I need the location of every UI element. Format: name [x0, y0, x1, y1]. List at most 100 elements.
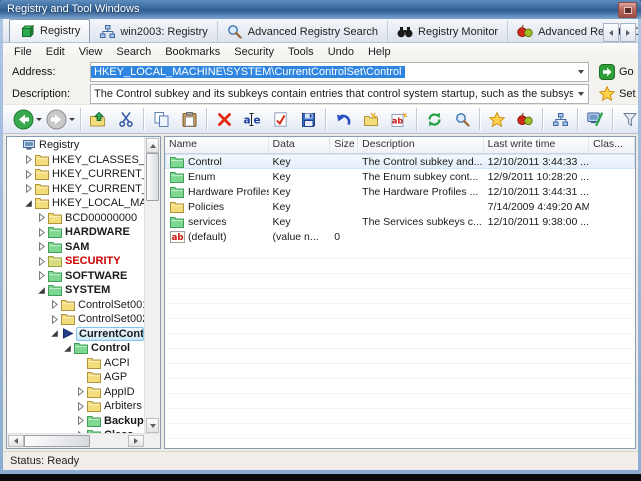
- expand-toggle[interactable]: [49, 329, 60, 338]
- list-row-services[interactable]: servicesKeyThe Services subkeys c...12/1…: [165, 214, 635, 229]
- remote-button[interactable]: [581, 106, 609, 132]
- expand-toggle[interactable]: [23, 199, 34, 208]
- scroll-up-button[interactable]: [146, 138, 159, 153]
- undo-button[interactable]: [329, 106, 357, 132]
- tab-scroll-left-button[interactable]: [603, 23, 619, 42]
- tree-item-hkey-current-user[interactable]: HKEY_CURRENT_USER: [7, 182, 144, 197]
- new-key-button[interactable]: [357, 106, 385, 132]
- menu-security[interactable]: Security: [227, 44, 281, 60]
- expand-toggle[interactable]: [75, 402, 86, 411]
- go-button[interactable]: Go: [599, 64, 634, 80]
- scroll-down-button[interactable]: [146, 418, 159, 433]
- paste-button[interactable]: [175, 106, 203, 132]
- expand-toggle[interactable]: [36, 271, 47, 280]
- description-combobox[interactable]: The Control subkey and its subkeys conta…: [90, 84, 589, 104]
- up-folder-button[interactable]: [84, 106, 112, 132]
- tree-item-hkey-local-machine[interactable]: HKEY_LOCAL_MACHINE: [7, 196, 144, 211]
- validate-button[interactable]: [266, 106, 294, 132]
- scroll-left-button[interactable]: [8, 435, 24, 447]
- tree-item-software[interactable]: SOFTWARE: [7, 269, 144, 284]
- tree-vertical-scrollbar[interactable]: [144, 137, 160, 434]
- tree-item-hkey-classes-root[interactable]: HKEY_CLASSES_ROOT: [7, 153, 144, 168]
- menu-search[interactable]: Search: [109, 44, 158, 60]
- address-combobox[interactable]: HKEY_LOCAL_MACHINE\SYSTEM\CurrentControl…: [90, 62, 589, 82]
- tree-item-registry[interactable]: Registry: [7, 138, 144, 153]
- description-dropdown-button[interactable]: [573, 85, 588, 103]
- favorites-button[interactable]: [483, 106, 511, 132]
- expand-toggle[interactable]: [36, 242, 47, 251]
- tab-advanced-registry-search[interactable]: Advanced Registry Search: [218, 21, 388, 42]
- scrollbar-thumb[interactable]: [146, 153, 159, 201]
- expand-toggle[interactable]: [36, 228, 47, 237]
- tree-item-arbiters[interactable]: Arbiters: [7, 399, 144, 414]
- menu-tools[interactable]: Tools: [281, 44, 321, 60]
- back-button[interactable]: [11, 106, 44, 132]
- expand-toggle[interactable]: [49, 315, 60, 324]
- search-button[interactable]: [448, 106, 476, 132]
- expand-toggle[interactable]: [36, 213, 47, 222]
- tree-item-controlset001[interactable]: ControlSet001: [7, 298, 144, 313]
- tree-item-agp[interactable]: AGP: [7, 370, 144, 385]
- tab-scroll-right-button[interactable]: [620, 23, 636, 42]
- tab-registry-monitor[interactable]: Registry Monitor: [388, 21, 508, 42]
- expand-toggle[interactable]: [23, 155, 34, 164]
- network-connect-button[interactable]: [546, 106, 574, 132]
- expand-toggle[interactable]: [36, 286, 47, 295]
- column-header-name[interactable]: Name: [165, 137, 269, 153]
- save-button[interactable]: [294, 106, 322, 132]
- tree-item-system[interactable]: SYSTEM: [7, 283, 144, 298]
- expand-toggle[interactable]: [23, 170, 34, 179]
- close-button[interactable]: [618, 2, 637, 18]
- scrollbar-thumb[interactable]: [24, 435, 90, 447]
- column-header-last-write-time[interactable]: Last write time: [484, 137, 590, 153]
- tree-item-acpi[interactable]: ACPI: [7, 356, 144, 371]
- forward-button[interactable]: [44, 106, 77, 132]
- cut-button[interactable]: [112, 106, 140, 132]
- set-button[interactable]: Set: [599, 86, 636, 101]
- compare-button[interactable]: [511, 106, 539, 132]
- address-dropdown-button[interactable]: [573, 63, 588, 81]
- menu-undo[interactable]: Undo: [321, 44, 361, 60]
- tree-item-sam[interactable]: SAM: [7, 240, 144, 255]
- tree-item-controlset002[interactable]: ControlSet002: [7, 312, 144, 327]
- list-row-hardware-profiles[interactable]: Hardware ProfilesKeyThe Hardware Profile…: [165, 184, 635, 199]
- list-row-default[interactable]: ab(default)(value n...0: [165, 229, 635, 244]
- menu-edit[interactable]: Edit: [39, 44, 72, 60]
- tree-item-hardware[interactable]: HARDWARE: [7, 225, 144, 240]
- filter-button[interactable]: [616, 106, 638, 132]
- menu-bookmarks[interactable]: Bookmarks: [158, 44, 227, 60]
- expand-toggle[interactable]: [75, 387, 86, 396]
- expand-toggle[interactable]: [23, 184, 34, 193]
- list-row-enum[interactable]: EnumKeyThe Enum subkey cont...12/9/2011 …: [165, 169, 635, 184]
- expand-toggle[interactable]: [49, 300, 60, 309]
- tree-item-currentcontrolset[interactable]: CurrentControlSet: [7, 327, 144, 342]
- copy-button[interactable]: [147, 106, 175, 132]
- expand-toggle[interactable]: [36, 257, 47, 266]
- tab-win2003-registry[interactable]: win2003: Registry: [90, 21, 217, 42]
- delete-button[interactable]: [210, 106, 238, 132]
- menu-help[interactable]: Help: [361, 44, 398, 60]
- refresh-button[interactable]: [420, 106, 448, 132]
- list-row-control[interactable]: ControlKeyThe Control subkey and...12/10…: [165, 154, 635, 169]
- tree-item-control[interactable]: Control: [7, 341, 144, 356]
- menu-file[interactable]: File: [7, 44, 39, 60]
- rename-button[interactable]: ae: [238, 106, 266, 132]
- column-header-description[interactable]: Description: [358, 137, 483, 153]
- menu-view[interactable]: View: [72, 44, 110, 60]
- new-value-button[interactable]: ab: [385, 106, 413, 132]
- expand-toggle[interactable]: [75, 416, 86, 425]
- scroll-right-button[interactable]: [128, 435, 144, 447]
- list-row-policies[interactable]: PoliciesKey7/14/2009 4:49:20 AM: [165, 199, 635, 214]
- tree-item-hkey-current-config[interactable]: HKEY_CURRENT_CONFIG: [7, 167, 144, 182]
- tab-registry[interactable]: Registry: [9, 19, 90, 42]
- column-header-data[interactable]: Data: [269, 137, 331, 153]
- tree-item-backup[interactable]: Backup: [7, 414, 144, 429]
- column-header-size[interactable]: Size: [330, 137, 358, 153]
- expand-toggle[interactable]: [62, 344, 73, 353]
- column-header-clas[interactable]: Clas...: [589, 137, 635, 153]
- cut-icon: [118, 111, 134, 127]
- tree-item-security[interactable]: SECURITY: [7, 254, 144, 269]
- tree-horizontal-scrollbar[interactable]: [7, 433, 160, 448]
- tree-item-appid[interactable]: AppID: [7, 385, 144, 400]
- tree-item-bcd00000000[interactable]: BCD00000000: [7, 211, 144, 226]
